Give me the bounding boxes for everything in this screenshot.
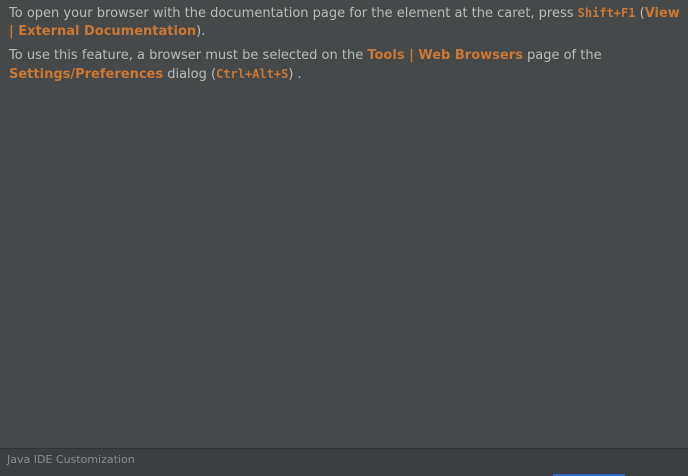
p1-text-2: ( — [635, 6, 645, 21]
settings-page-web-browsers: Tools | Web Browsers — [367, 48, 523, 63]
p1-text-1: To open your browser with the documentat… — [9, 6, 578, 21]
tip-content: To open your browser with the documentat… — [9, 4, 681, 90]
p1-text-3: ). — [196, 24, 206, 39]
tip-footer: Java IDE Customization — [0, 448, 688, 476]
shortcut-ctrl-alt-s: Ctrl+Alt+S — [216, 67, 289, 81]
footer-category-label: Java IDE Customization — [7, 453, 135, 466]
p2-text-3: dialog ( — [163, 67, 217, 82]
shortcut-shift-f1: Shift+F1 — [577, 6, 636, 20]
paragraph-external-docs: To open your browser with the documentat… — [9, 4, 681, 41]
p2-text-4: ) . — [288, 67, 302, 82]
paragraph-browser-settings: To use this feature, a browser must be s… — [9, 47, 681, 84]
tip-panel: To open your browser with the documentat… — [0, 0, 688, 476]
p2-text-1: To use this feature, a browser must be s… — [9, 48, 368, 63]
settings-dialog-name: Settings/Preferences — [9, 67, 164, 82]
p2-text-2: page of the — [522, 48, 602, 63]
